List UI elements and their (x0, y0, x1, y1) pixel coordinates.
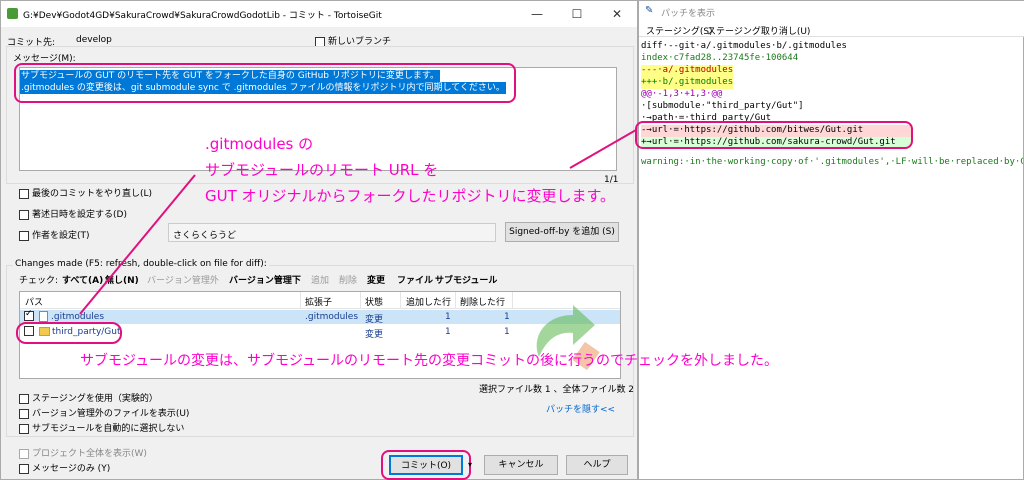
annotation-url-change-line-1: .gitmodules の (205, 135, 314, 153)
annotation-submodule-note: サブモジュールの変更は、サブモジュールのリモート先の変更コミットの後に行うのでチ… (80, 353, 779, 369)
annotation-arrows (79, 129, 637, 315)
annotation-url-change-line-3: GUT オリジナルからフォークしたリポジトリに変更します。 (205, 187, 616, 205)
annotation-url-change-line-2: サブモジュールのリモート URL を (205, 161, 439, 179)
